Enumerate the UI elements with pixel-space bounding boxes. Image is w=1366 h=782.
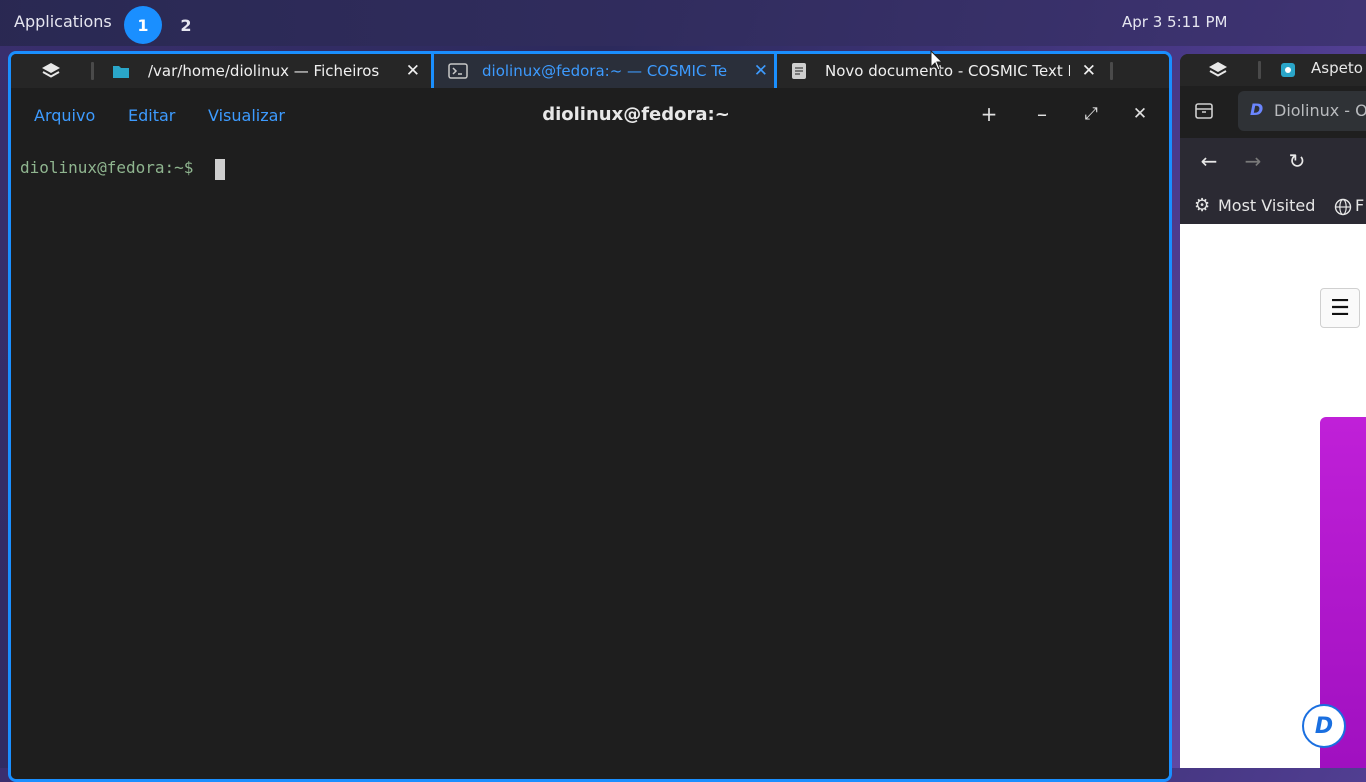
browser-tab-strip: D Diolinux - O <box>1180 86 1366 138</box>
minimize-button[interactable]: – <box>1030 102 1054 126</box>
terminal-cursor <box>215 159 225 180</box>
terminal-area[interactable]: diolinux@fedora:~$ <box>11 144 1169 779</box>
bookmark-other[interactable]: F <box>1355 196 1364 215</box>
maximize-button[interactable]: ⤢ <box>1079 104 1103 124</box>
tab-separator <box>91 62 94 80</box>
forward-arrow-icon[interactable]: → <box>1240 149 1266 173</box>
tab-files-label: /var/home/diolinux — Ficheiros <box>148 62 380 80</box>
tab-terminal-close-icon[interactable]: ✕ <box>754 61 768 81</box>
browser-tab-label: Diolinux - O <box>1274 101 1366 120</box>
bookmarks-bar: ⚙ Most Visited F <box>1180 188 1366 224</box>
globe-icon <box>1334 198 1352 216</box>
clock[interactable]: Apr 3 5:11 PM <box>1122 13 1227 31</box>
top-panel: Applications 1 2 Apr 3 5:11 PM <box>0 0 1366 46</box>
tab-terminal[interactable]: diolinux@fedora:~ — COSMIC Terminal ✕ <box>431 54 777 88</box>
diolinux-logo-icon: D <box>1302 704 1346 748</box>
workspace-1-button[interactable]: 1 <box>124 6 162 44</box>
terminal-icon <box>448 63 468 79</box>
gear-icon: ⚙ <box>1194 195 1211 216</box>
tab-text-editor[interactable]: Novo documento - COSMIC Text Editor ✕ <box>781 54 1111 88</box>
window-tab-bar: /var/home/diolinux — Ficheiros ✕ diolinu… <box>11 54 1169 88</box>
window-stack-icon[interactable] <box>40 61 62 81</box>
tab-text-editor-close-icon[interactable]: ✕ <box>1082 61 1096 81</box>
new-tab-button[interactable]: + <box>977 102 1001 126</box>
browser-window-tab-bar: Aspeto <box>1180 54 1366 86</box>
tab-separator <box>1110 62 1113 80</box>
document-icon <box>792 63 806 79</box>
back-arrow-icon[interactable]: ← <box>1196 149 1222 173</box>
folder-icon <box>113 66 129 78</box>
terminal-window: /var/home/diolinux — Ficheiros ✕ diolinu… <box>8 51 1172 782</box>
tab-overview-icon[interactable] <box>1194 102 1214 120</box>
header-bar: Arquivo Editar Visualizar diolinux@fedor… <box>11 88 1169 144</box>
browser-window: Aspeto D Diolinux - O ← → ↻ ⚙ Most Visit… <box>1180 54 1366 768</box>
tab-files[interactable]: /var/home/diolinux — Ficheiros ✕ <box>106 54 426 88</box>
applications-button[interactable]: Applications <box>14 12 112 31</box>
bookmark-most-visited[interactable]: Most Visited <box>1218 196 1315 215</box>
diolinux-favicon-icon: D <box>1250 100 1264 119</box>
hamburger-menu-icon[interactable]: ☰ <box>1320 288 1360 328</box>
tab-text-editor-label: Novo documento - COSMIC Text Editor <box>825 62 1070 80</box>
tab-terminal-label: diolinux@fedora:~ — COSMIC Terminal <box>482 62 727 80</box>
settings-app-icon <box>1281 63 1295 77</box>
close-button[interactable]: ✕ <box>1128 104 1152 124</box>
terminal-prompt: diolinux@fedora:~$ <box>20 158 194 177</box>
browser-window-title[interactable]: Aspeto <box>1311 59 1363 77</box>
window-stack-icon[interactable] <box>1207 60 1229 80</box>
browser-tab-diolinux[interactable]: D Diolinux - O <box>1238 91 1366 131</box>
browser-nav-bar: ← → ↻ <box>1180 138 1366 188</box>
reload-icon[interactable]: ↻ <box>1284 149 1310 173</box>
tab-files-close-icon[interactable]: ✕ <box>406 61 420 81</box>
tab-separator <box>1258 61 1261 79</box>
mouse-pointer-icon <box>930 50 944 71</box>
workspace-2-button[interactable]: 2 <box>167 6 205 44</box>
browser-page-content: ☰ <box>1180 224 1366 768</box>
